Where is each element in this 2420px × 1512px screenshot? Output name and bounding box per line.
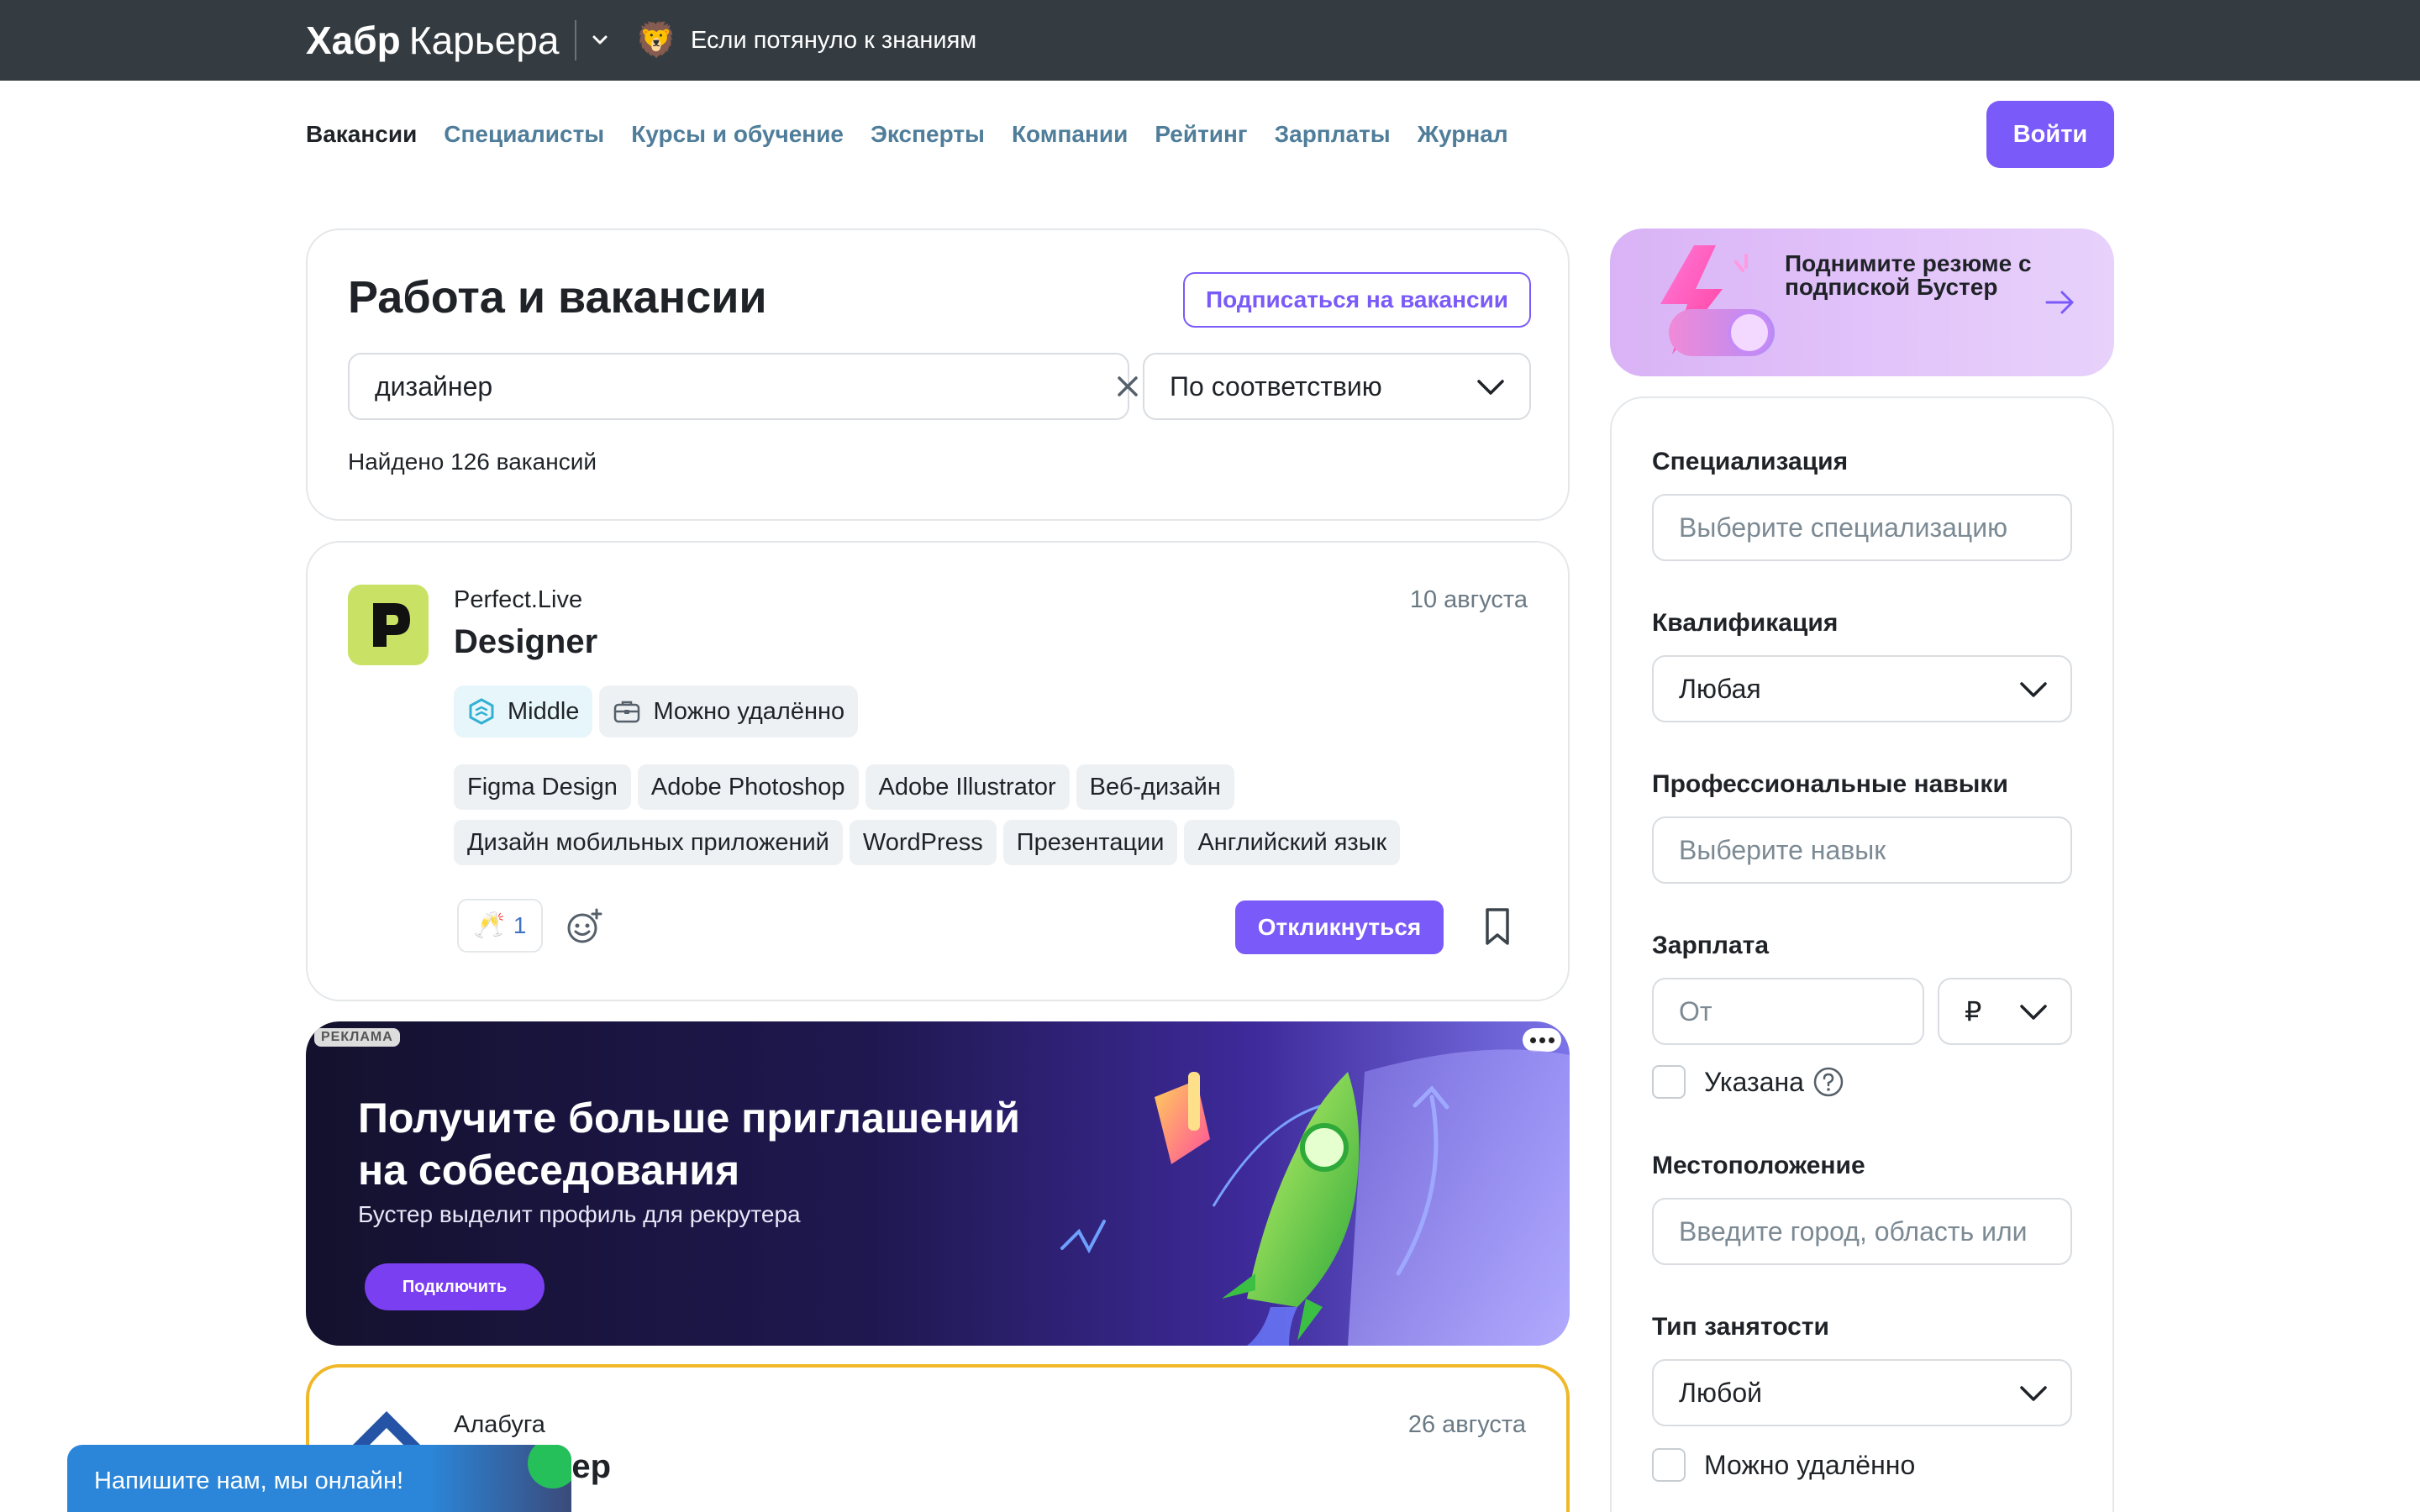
remote-checkbox[interactable]: Можно удалённо	[1652, 1448, 1915, 1482]
location-label: Местоположение	[1652, 1152, 1865, 1179]
arrow-right-icon[interactable]	[2044, 287, 2077, 318]
chevron-down-icon	[2020, 682, 2047, 697]
page-title: Работа и вакансии	[348, 272, 767, 323]
nav-item-journal[interactable]: Журнал	[1418, 118, 1508, 151]
currency-value: ₽	[1965, 996, 1982, 1026]
sort-select[interactable]: По соответствию	[1143, 353, 1531, 420]
salary-specified-checkbox[interactable]: Указана	[1652, 1065, 1844, 1099]
nav-item-rating[interactable]: Рейтинг	[1155, 118, 1247, 151]
skill-tag[interactable]: WordPress	[849, 820, 997, 865]
nav-item-companies[interactable]: Компании	[1012, 118, 1128, 151]
level-chip: Middle	[454, 685, 593, 738]
vacancy-date: 26 августа	[1407, 1411, 1526, 1438]
ad-subtext: Бустер выделит профиль для рекрутера	[358, 1201, 801, 1227]
vacancy-card[interactable]: Perfect.Live 10 августа Designer Middle …	[306, 541, 1570, 1001]
level-label: Middle	[508, 697, 580, 725]
currency-select[interactable]: ₽	[1938, 978, 2072, 1045]
vacancy-date: 10 августа	[1409, 586, 1528, 613]
location-input[interactable]: Введите город, область или	[1652, 1198, 2072, 1265]
knowledge-link[interactable]: Если потянуло к знаниям	[691, 25, 976, 55]
nav-item-courses[interactable]: Курсы и обучение	[631, 118, 844, 151]
briefcase-icon	[614, 701, 640, 723]
vacancy-title[interactable]: Designer	[454, 620, 597, 664]
employment-select[interactable]: Любой	[1652, 1359, 2072, 1426]
services-chevron-down-icon[interactable]	[588, 29, 612, 52]
chevron-down-icon	[1477, 380, 1504, 395]
main-nav: Вакансии Специалисты Курсы и обучение Эк…	[306, 118, 1508, 151]
logo-divider	[575, 20, 576, 60]
reaction-button[interactable]: 🥂 1	[457, 899, 543, 953]
help-circle-icon[interactable]	[1812, 1066, 1844, 1098]
qualification-label: Квалификация	[1652, 609, 1839, 637]
specialization-input[interactable]: Выберите специализацию	[1652, 494, 2072, 561]
ad-connect-button[interactable]: Подключить	[365, 1263, 544, 1310]
add-reaction-icon[interactable]	[565, 907, 603, 946]
lightning-toggle-icon	[1660, 245, 1775, 356]
qualification-select[interactable]: Любая	[1652, 655, 2072, 722]
level-hexagon-icon	[469, 698, 494, 725]
skills-label: Профессиональные навыки	[1652, 770, 2008, 798]
vacancy-meta: Middle Можно удалённо	[454, 685, 859, 738]
salary-label: Зарплата	[1652, 932, 1770, 959]
specialization-label: Специализация	[1652, 448, 1849, 475]
search-card: Работа и вакансии Подписаться на ваканси…	[306, 228, 1570, 521]
ad-headline: Получите больше приглашений на собеседов…	[358, 1095, 1020, 1194]
chevron-down-icon	[2020, 1005, 2047, 1020]
logo-light: Карьера	[408, 18, 560, 62]
remote-label: Можно удалённо	[653, 697, 845, 725]
skill-tag[interactable]: Веб-дизайн	[1076, 764, 1234, 810]
company-logo[interactable]	[348, 585, 429, 665]
remote-label: Можно удалённо	[1704, 1449, 1916, 1480]
subscribe-vacancies-button[interactable]: Подписаться на вакансии	[1183, 272, 1531, 328]
employment-label: Тип занятости	[1652, 1313, 1829, 1341]
login-button[interactable]: Войти	[1986, 101, 2114, 168]
skill-tag[interactable]: Презентации	[1002, 820, 1178, 865]
ad-label: РЕКЛАМА	[314, 1028, 400, 1047]
skills-input[interactable]: Выберите навык	[1652, 816, 2072, 884]
salary-specified-label: Указана	[1704, 1066, 1804, 1097]
sort-value: По соответствию	[1170, 370, 1382, 402]
salary-from-input[interactable]: От	[1652, 978, 1924, 1045]
cheers-icon: 🥂	[473, 911, 505, 939]
chat-widget[interactable]: Напишите нам, мы онлайн!	[67, 1445, 571, 1512]
qualification-value: Любая	[1679, 673, 1761, 704]
top-bar: Хабр Карьера 🦁 Если потянуло к знаниям	[0, 0, 2420, 81]
employment-value: Любой	[1679, 1377, 1762, 1408]
nav-item-experts[interactable]: Эксперты	[871, 118, 985, 151]
skill-tag[interactable]: Adobe Illustrator	[865, 764, 1070, 810]
rocket-illustration-icon	[1060, 1049, 1570, 1346]
nav-item-specialists[interactable]: Специалисты	[444, 118, 604, 151]
logo-bold: Хабр	[306, 18, 401, 62]
reaction-count: 1	[513, 912, 527, 938]
ad-banner[interactable]: РЕКЛАМА Получите больше приглашений на с…	[306, 1021, 1570, 1346]
chat-text: Напишите нам, мы онлайн!	[94, 1467, 404, 1494]
habr-career-logo[interactable]: Хабр Карьера	[306, 17, 559, 64]
promo-text: Поднимите резюме с подпиской Бустер	[1785, 250, 2032, 300]
skill-tag[interactable]: Английский язык	[1184, 820, 1401, 865]
bookmark-icon[interactable]	[1479, 906, 1516, 948]
checkbox-box[interactable]	[1652, 1065, 1686, 1099]
clear-icon[interactable]	[1113, 371, 1143, 402]
nav-item-vacancies[interactable]: Вакансии	[306, 118, 417, 151]
company-name[interactable]: Алабуга	[454, 1410, 545, 1440]
apply-button[interactable]: Откликнуться	[1235, 900, 1444, 954]
nav-item-salaries[interactable]: Зарплаты	[1275, 118, 1391, 151]
skills-list: Figma Design Adobe Photoshop Adobe Illus…	[454, 764, 1445, 865]
checkbox-box[interactable]	[1652, 1448, 1686, 1482]
filters-panel: Специализация Выберите специализацию Ква…	[1610, 396, 2114, 1512]
company-name[interactable]: Perfect.Live	[454, 585, 582, 615]
chevron-down-icon	[2020, 1386, 2047, 1401]
skill-tag[interactable]: Дизайн мобильных приложений	[454, 820, 843, 865]
remote-chip: Можно удалённо	[599, 685, 859, 738]
skill-tag[interactable]: Adobe Photoshop	[637, 764, 859, 810]
skill-tag[interactable]: Figma Design	[454, 764, 631, 810]
lion-icon: 🦁	[635, 22, 677, 59]
booster-promo[interactable]: Поднимите резюме с подпиской Бустер	[1610, 228, 2114, 376]
search-query: дизайнер	[375, 370, 493, 402]
found-count: Найдено 126 вакансий	[348, 449, 597, 475]
search-input[interactable]: дизайнер	[348, 353, 1138, 420]
